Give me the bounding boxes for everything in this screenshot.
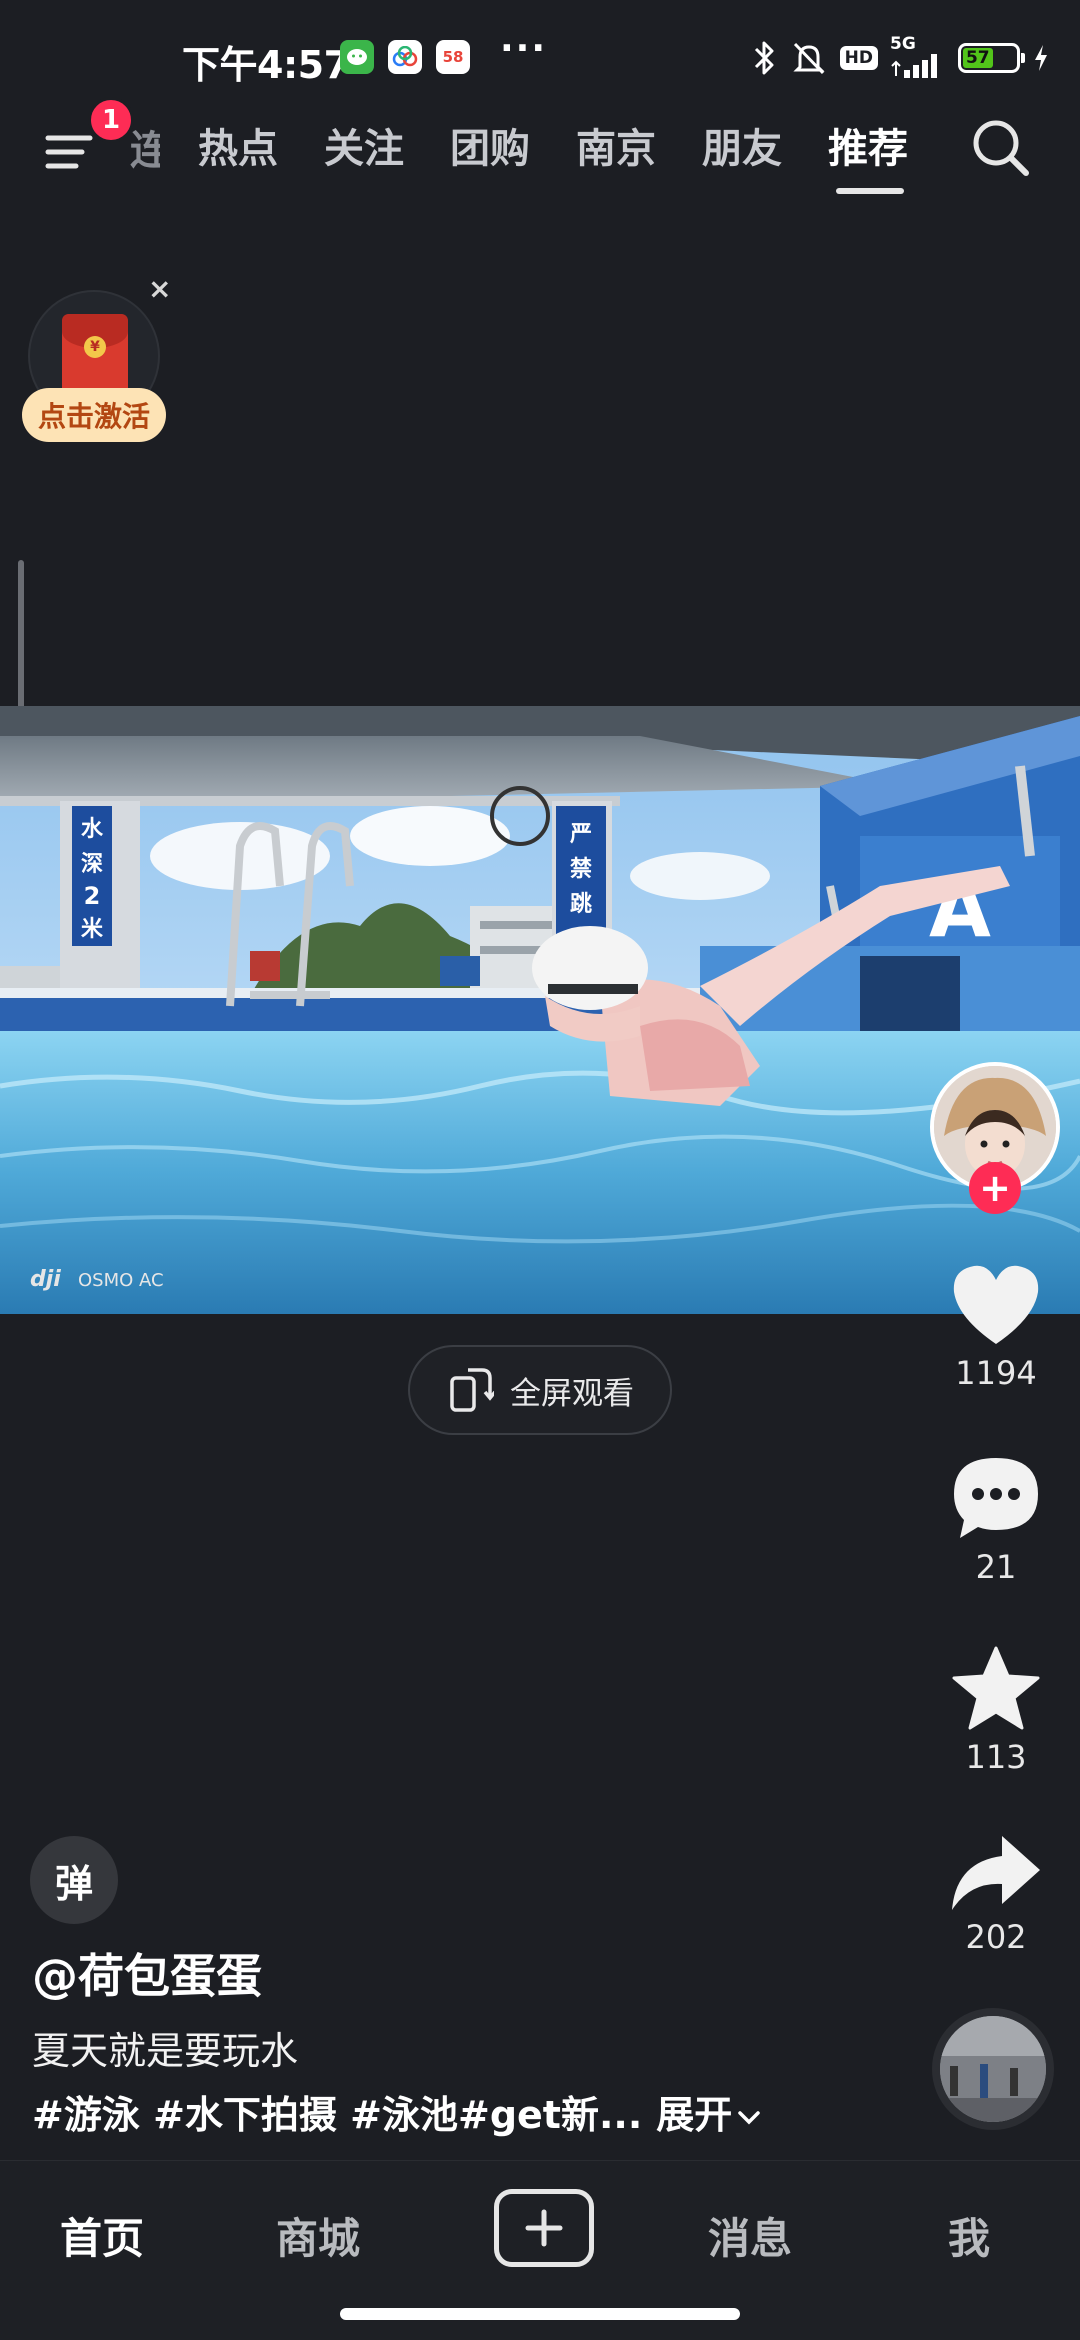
svg-text:2: 2 <box>84 882 101 910</box>
cloud-app-notification-icon <box>388 40 422 74</box>
active-tab-indicator <box>836 188 904 194</box>
hashtag-list[interactable]: #游泳 #水下拍摄 #泳池#get新... <box>32 2093 642 2137</box>
svg-text:dji: dji <box>30 1267 61 1292</box>
create-post-button[interactable] <box>494 2189 594 2267</box>
more-notifications-icon: ··· <box>500 28 548 69</box>
plus-icon <box>525 2209 563 2247</box>
tab-following[interactable]: 关注 <box>324 116 404 174</box>
svg-text:米: 米 <box>81 917 104 942</box>
tab-nanjing[interactable]: 南京 <box>576 116 656 174</box>
tab-friends[interactable]: 朋友 <box>702 116 782 174</box>
status-bar: 下午4:57 58 ··· HD 5G 57 <box>0 0 1080 100</box>
nav-home[interactable]: 首页 <box>60 2205 144 2266</box>
expand-button[interactable]: 展开 <box>656 2093 762 2137</box>
status-right-group: HD 5G 57 <box>752 34 1050 80</box>
app-58-notification-icon: 58 <box>436 40 470 74</box>
music-disc[interactable] <box>932 2008 1054 2130</box>
nav-messages[interactable]: 消息 <box>708 2205 792 2266</box>
svg-text:水: 水 <box>81 817 104 842</box>
promo-close-button[interactable]: × <box>148 272 171 305</box>
mute-bell-icon <box>793 42 825 75</box>
bluetooth-icon <box>754 41 774 75</box>
expand-label: 展开 <box>656 2093 733 2137</box>
hd-voice-badge: HD <box>839 46 878 70</box>
tab-hot[interactable]: 热点 <box>198 116 278 174</box>
status-time: 下午4:57 <box>182 43 350 87</box>
svg-text:深: 深 <box>81 852 103 877</box>
top-nav <box>0 100 1080 200</box>
tab-group-buy[interactable]: 团购 <box>450 116 530 174</box>
follow-button[interactable]: + <box>969 1162 1021 1214</box>
video-frame-image: 水 深 2 米 严 禁 跳 水 A <box>0 706 1080 1314</box>
svg-text:跳: 跳 <box>570 891 592 917</box>
hashtags[interactable]: #游泳 #水下拍摄 #泳池#get新... 展开 <box>32 2084 762 2139</box>
share-arrow-icon <box>952 1836 1040 1910</box>
search-button[interactable] <box>968 115 1034 181</box>
charging-icon <box>1035 45 1047 71</box>
star-icon <box>952 1646 1040 1730</box>
heart-icon <box>953 1265 1039 1344</box>
favorite-count: 113 <box>965 1738 1027 1776</box>
favorite-button[interactable]: 113 <box>940 1644 1052 1776</box>
fullscreen-label: 全屏观看 <box>510 1375 634 1412</box>
menu-notification-badge: 1 <box>88 97 134 143</box>
signal-icon: 5G <box>890 34 946 78</box>
share-button[interactable]: 202 <box>940 1832 1052 1956</box>
scroll-indicator <box>18 560 24 720</box>
tab-recommend[interactable]: 推荐 <box>828 116 908 174</box>
nav-me[interactable]: 我 <box>948 2205 990 2266</box>
like-count: 1194 <box>955 1354 1037 1392</box>
battery-level: 57 <box>963 48 993 68</box>
like-button[interactable]: 1194 <box>940 1262 1052 1392</box>
home-indicator[interactable] <box>340 2308 740 2320</box>
wechat-notification-icon <box>340 40 374 74</box>
danmu-label: 弹 <box>54 1861 93 1906</box>
chevron-down-icon <box>738 2111 761 2125</box>
battery-percent: 57 <box>965 48 990 68</box>
activate-button[interactable]: 点击激活 <box>22 388 166 442</box>
video-player[interactable]: 水 深 2 米 严 禁 跳 水 A <box>0 706 1080 1314</box>
nav-mall[interactable]: 商城 <box>276 2205 360 2266</box>
svg-text:禁: 禁 <box>570 856 592 882</box>
author-name[interactable]: @荷包蛋蛋 <box>32 1940 262 2006</box>
tab-partial[interactable]: 连 <box>130 118 160 176</box>
rotate-screen-icon <box>450 1368 494 1412</box>
battery-icon: 57 <box>958 43 1025 73</box>
app-screen: 下午4:57 58 ··· HD 5G 57 1 连 热点 关注 团购 南京 朋… <box>0 0 1080 2340</box>
danmu-toggle-button[interactable]: 弹 <box>30 1836 118 1924</box>
comment-button[interactable]: 21 <box>940 1454 1052 1586</box>
search-icon <box>973 120 1029 176</box>
video-watermark: OSMO AC <box>78 1270 164 1291</box>
share-count: 202 <box>965 1918 1027 1956</box>
network-type-label: 5G <box>890 34 916 54</box>
comment-icon <box>954 1458 1038 1538</box>
app-58-label: 58 <box>442 48 464 66</box>
video-description: 夏天就是要玩水 <box>32 2029 299 2073</box>
svg-text:严: 严 <box>570 822 592 847</box>
comment-count: 21 <box>975 1548 1017 1586</box>
red-packet-icon: ¥ <box>62 314 128 398</box>
fullscreen-button[interactable]: 全屏观看 <box>408 1345 672 1435</box>
